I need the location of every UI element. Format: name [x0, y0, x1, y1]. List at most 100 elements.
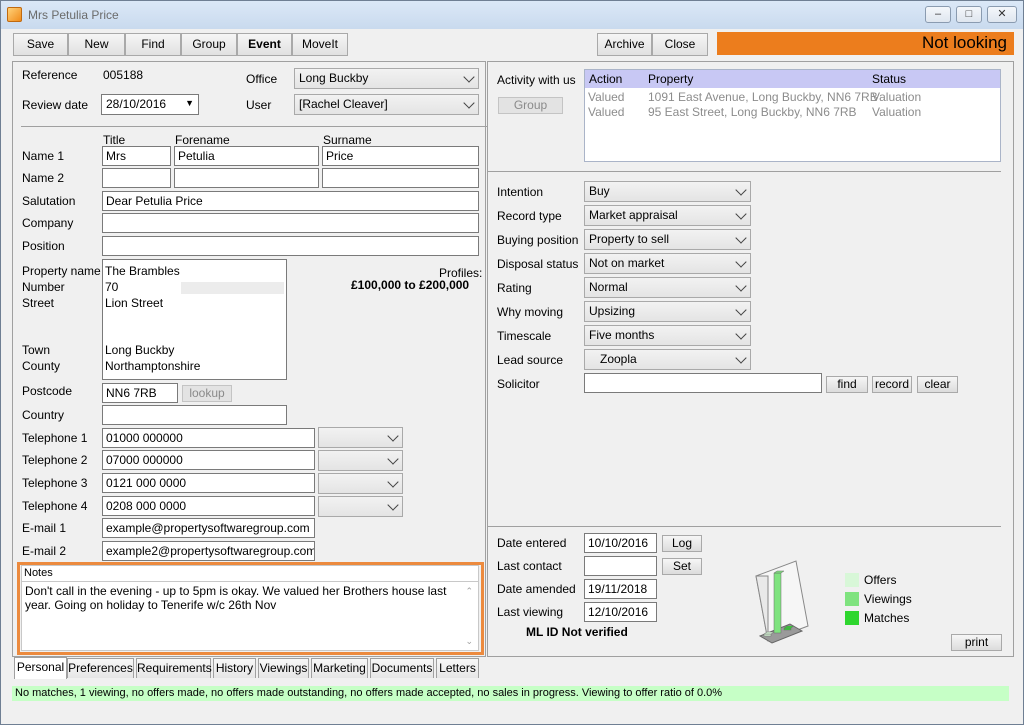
review-date-picker[interactable]: 28/10/2016 ▼	[101, 94, 199, 115]
column-header-property: Property	[648, 72, 694, 86]
telephone4-type-select[interactable]	[318, 496, 403, 517]
telephone1-field[interactable]: 01000 000000	[102, 428, 315, 448]
telephone3-type-select[interactable]	[318, 473, 403, 494]
user-select[interactable]: [Rachel Cleaver]	[294, 94, 479, 115]
lead-source-select[interactable]: Zoopla	[584, 349, 751, 370]
salutation-label: Salutation	[22, 194, 76, 208]
group-button[interactable]: Group	[181, 33, 237, 56]
tab-marketing[interactable]: Marketing	[311, 658, 368, 678]
buying-position-value: Property to sell	[589, 232, 670, 246]
timescale-select[interactable]: Five months	[584, 325, 751, 346]
close-icon[interactable]: ✕	[987, 6, 1017, 23]
maximize-icon[interactable]: □	[956, 6, 982, 23]
position-field[interactable]	[102, 236, 479, 256]
postcode-field[interactable]: NN6 7RB	[102, 383, 178, 403]
property-name-label: Property name	[22, 264, 101, 278]
tab-personal[interactable]: Personal	[14, 657, 67, 679]
country-field[interactable]	[102, 405, 287, 425]
event-button[interactable]: Event	[237, 33, 292, 56]
email2-label: E-mail 2	[22, 544, 67, 558]
last-viewing-field[interactable]: 12/10/2016	[584, 602, 657, 622]
tab-viewings[interactable]: Viewings	[258, 658, 309, 678]
salutation-field[interactable]: Dear Petulia Price	[102, 191, 479, 211]
name1-title-field[interactable]: Mrs	[102, 146, 171, 166]
row-property: 95 East Street, Long Buckby, NN6 7RB	[648, 105, 857, 119]
name2-surname-field[interactable]	[322, 168, 479, 188]
tab-letters[interactable]: Letters	[436, 658, 479, 678]
tab-preferences[interactable]: Preferences	[67, 658, 134, 678]
last-contact-label: Last contact	[497, 559, 562, 573]
telephone3-label: Telephone 3	[22, 476, 88, 490]
intention-value: Buy	[589, 184, 610, 198]
scroll-up-icon[interactable]: ⌃	[465, 584, 473, 598]
chevron-down-icon	[387, 499, 399, 511]
activity-group-button[interactable]: Group	[498, 97, 563, 114]
why-moving-select[interactable]: Upsizing	[584, 301, 751, 322]
forename-header: Forename	[175, 133, 230, 147]
scroll-down-icon[interactable]: ⌄	[465, 634, 473, 648]
last-viewing-label: Last viewing	[497, 605, 564, 619]
row-property: 1091 East Avenue, Long Buckby, NN6 7RB	[648, 90, 878, 104]
chevron-down-icon	[735, 304, 747, 316]
last-contact-field[interactable]	[584, 556, 657, 576]
save-button[interactable]: Save	[13, 33, 68, 56]
company-field[interactable]	[102, 213, 479, 233]
buying-position-label: Buying position	[497, 233, 579, 247]
tab-requirements[interactable]: Requirements	[136, 658, 212, 678]
email1-field[interactable]: example@propertysoftwaregroup.com	[102, 518, 315, 538]
telephone4-field[interactable]: 0208 000 0000	[102, 496, 315, 516]
activity-chart	[755, 560, 809, 644]
address-highlight	[181, 282, 284, 294]
lookup-button[interactable]: lookup	[182, 385, 232, 402]
name1-forename-field[interactable]: Petulia	[174, 146, 319, 166]
rating-label: Rating	[497, 281, 532, 295]
moveit-button[interactable]: MoveIt	[292, 33, 348, 56]
minimize-icon[interactable]: –	[925, 6, 951, 23]
name1-surname-field[interactable]: Price	[322, 146, 479, 166]
telephone2-type-select[interactable]	[318, 450, 403, 471]
disposal-status-select[interactable]: Not on market	[584, 253, 751, 274]
telephone4-label: Telephone 4	[22, 499, 88, 513]
rating-select[interactable]: Normal	[584, 277, 751, 298]
buying-position-select[interactable]: Property to sell	[584, 229, 751, 250]
tab-documents[interactable]: Documents	[370, 658, 434, 678]
name2-forename-field[interactable]	[174, 168, 319, 188]
company-label: Company	[22, 216, 74, 230]
set-button[interactable]: Set	[662, 558, 702, 575]
telephone2-field[interactable]: 07000 000000	[102, 450, 315, 470]
county-value: Northamptonshire	[105, 359, 201, 373]
chevron-down-icon	[387, 476, 399, 488]
address-box[interactable]: The Brambles 70 Lion Street Long Buckby …	[102, 259, 287, 380]
intention-select[interactable]: Buy	[584, 181, 751, 202]
telephone3-field[interactable]: 0121 000 0000	[102, 473, 315, 493]
divider	[21, 126, 487, 127]
record-type-select[interactable]: Market appraisal	[584, 205, 751, 226]
close-button[interactable]: Close	[652, 33, 708, 56]
solicitor-field[interactable]	[584, 373, 822, 393]
solicitor-label: Solicitor	[497, 377, 540, 391]
row-status: Valuation	[872, 105, 922, 119]
row-status: Valuation	[872, 90, 922, 104]
legend-swatch-matches	[845, 611, 859, 625]
date-amended-field[interactable]: 19/11/2018	[584, 579, 657, 599]
archive-button[interactable]: Archive	[597, 33, 652, 56]
number-label: Number	[22, 280, 65, 294]
tab-history[interactable]: History	[213, 658, 256, 678]
review-date-value: 28/10/2016	[106, 97, 167, 111]
solicitor-record-button[interactable]: record	[872, 376, 912, 393]
print-button[interactable]: print	[951, 634, 1002, 651]
email2-field[interactable]: example2@propertysoftwaregroup.com	[102, 541, 315, 561]
find-button[interactable]: Find	[125, 33, 181, 56]
column-header-status: Status	[872, 72, 907, 86]
solicitor-clear-button[interactable]: clear	[917, 376, 958, 393]
date-entered-field[interactable]: 10/10/2016	[584, 533, 657, 553]
solicitor-find-button[interactable]: find	[826, 376, 868, 393]
legend-offers: Offers	[864, 573, 897, 587]
name2-title-field[interactable]	[102, 168, 171, 188]
telephone1-type-select[interactable]	[318, 427, 403, 448]
office-select[interactable]: Long Buckby	[294, 68, 479, 89]
notes-textarea[interactable]: Don't call in the evening - up to 5pm is…	[21, 581, 479, 651]
new-button[interactable]: New	[68, 33, 125, 56]
log-button[interactable]: Log	[662, 535, 702, 552]
intention-label: Intention	[497, 185, 544, 199]
